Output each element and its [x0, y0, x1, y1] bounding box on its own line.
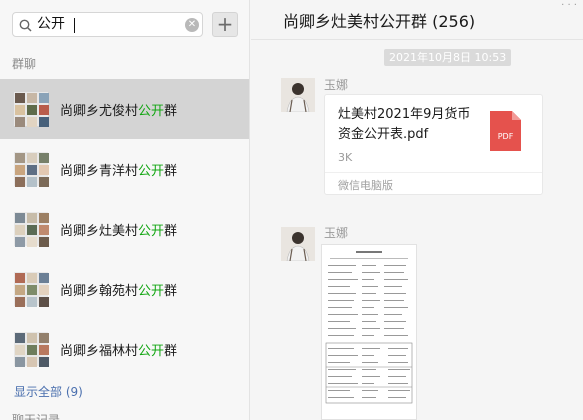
group-avatar — [14, 152, 49, 187]
show-all-link[interactable]: 显示全部 (9) — [14, 383, 83, 400]
person-avatar-icon — [281, 78, 315, 112]
result-name: 尚卿乡福林村公开群 — [60, 344, 178, 359]
search-input[interactable] — [37, 15, 177, 34]
avatar-tile — [15, 345, 25, 355]
avatar-tile — [15, 165, 25, 175]
avatar-tile — [39, 237, 49, 247]
more-icon[interactable]: · · · — [561, 0, 577, 11]
avatar-tile — [27, 297, 37, 307]
avatar-tile — [39, 297, 49, 307]
avatar-tile — [15, 105, 25, 115]
search-icon — [19, 19, 32, 32]
plus-icon[interactable]: + — [212, 12, 238, 37]
person-avatar-icon — [281, 227, 315, 261]
group-avatar — [14, 212, 49, 247]
section-label-group-chats: 群聊 — [12, 57, 37, 71]
avatar-tile — [27, 165, 37, 175]
file-source: 微信电脑版 — [338, 179, 393, 192]
avatar-tile — [15, 213, 25, 223]
avatar-tile — [27, 153, 37, 163]
avatar-tile — [15, 237, 25, 247]
avatar-tile — [39, 273, 49, 283]
result-item[interactable]: 尚卿乡灶美村公开群 — [0, 199, 249, 259]
avatar-tile — [27, 225, 37, 235]
group-avatar — [14, 332, 49, 367]
avatar-tile — [27, 105, 37, 115]
avatar-tile — [27, 93, 37, 103]
result-item[interactable]: 尚卿乡福林村公开群 — [0, 319, 249, 379]
divider — [325, 172, 542, 173]
avatar-tile — [15, 333, 25, 343]
avatar-tile — [15, 273, 25, 283]
search-bar: ✕ + — [12, 12, 238, 37]
text-cursor — [74, 18, 75, 33]
group-avatar — [14, 92, 49, 127]
file-message[interactable]: 灶美村2021年9月货币资金公开表.pdf 3K PDF 微信电脑版 — [324, 94, 543, 195]
chat-header: 尚卿乡灶美村公开群 (256) · · · — [251, 0, 583, 40]
avatar-tile — [27, 345, 37, 355]
image-message[interactable] — [321, 244, 417, 420]
avatar-tile — [15, 285, 25, 295]
avatar-tile — [39, 165, 49, 175]
avatar-tile — [39, 153, 49, 163]
avatar-tile — [39, 105, 49, 115]
search-panel: ✕ + 群聊 尚卿乡尤俊村公开群 尚卿乡青洋村公开群 尚卿乡灶美村公开群 尚卿乡… — [0, 0, 250, 420]
result-name: 尚卿乡灶美村公开群 — [60, 224, 178, 239]
avatar-tile — [27, 273, 37, 283]
chat-title: 尚卿乡灶美村公开群 (256) — [283, 12, 476, 31]
avatar[interactable] — [281, 227, 315, 261]
result-name: 尚卿乡青洋村公开群 — [60, 164, 178, 179]
pdf-icon-label: PDF — [498, 132, 514, 141]
avatar-tile — [39, 117, 49, 127]
result-item[interactable]: 尚卿乡青洋村公开群 — [0, 139, 249, 199]
close-circle-icon[interactable]: ✕ — [185, 18, 199, 32]
avatar-tile — [15, 117, 25, 127]
avatar-tile — [39, 177, 49, 187]
avatar-tile — [15, 357, 25, 367]
avatar-tile — [39, 333, 49, 343]
group-avatar — [14, 272, 49, 307]
document-thumbnail — [325, 251, 413, 404]
avatar-tile — [15, 297, 25, 307]
avatar-tile — [27, 357, 37, 367]
avatar-tile — [27, 285, 37, 295]
avatar[interactable] — [281, 78, 315, 112]
avatar-tile — [39, 285, 49, 295]
section-label-chat-history: 聊天记录 — [12, 413, 61, 420]
chat-panel: 尚卿乡灶美村公开群 (256) · · · 2021年10月8日 10:53 玉… — [251, 0, 583, 420]
avatar-tile — [39, 93, 49, 103]
avatar-tile — [39, 345, 49, 355]
search-results: 尚卿乡尤俊村公开群 尚卿乡青洋村公开群 尚卿乡灶美村公开群 尚卿乡翰苑村公开群 … — [0, 79, 249, 379]
avatar-tile — [15, 153, 25, 163]
file-name: 灶美村2021年9月货币资金公开表.pdf — [338, 107, 471, 142]
avatar-tile — [27, 177, 37, 187]
search-box[interactable]: ✕ — [12, 12, 203, 37]
avatar-tile — [39, 225, 49, 235]
avatar-tile — [27, 333, 37, 343]
avatar-tile — [15, 225, 25, 235]
result-name: 尚卿乡尤俊村公开群 — [60, 104, 178, 119]
result-item[interactable]: 尚卿乡翰苑村公开群 — [0, 259, 249, 319]
avatar-tile — [27, 213, 37, 223]
avatar-tile — [39, 213, 49, 223]
sender-name: 玉娜 — [324, 226, 349, 240]
sender-name: 玉娜 — [324, 78, 349, 92]
avatar-tile — [27, 237, 37, 247]
avatar-tile — [15, 93, 25, 103]
file-size: 3K — [338, 151, 353, 164]
result-name: 尚卿乡翰苑村公开群 — [60, 284, 178, 299]
avatar-tile — [27, 117, 37, 127]
pdf-icon: PDF — [490, 111, 521, 151]
avatar-tile — [15, 177, 25, 187]
timestamp: 2021年10月8日 10:53 — [384, 49, 512, 66]
avatar-tile — [39, 357, 49, 367]
result-item[interactable]: 尚卿乡尤俊村公开群 — [0, 79, 249, 139]
